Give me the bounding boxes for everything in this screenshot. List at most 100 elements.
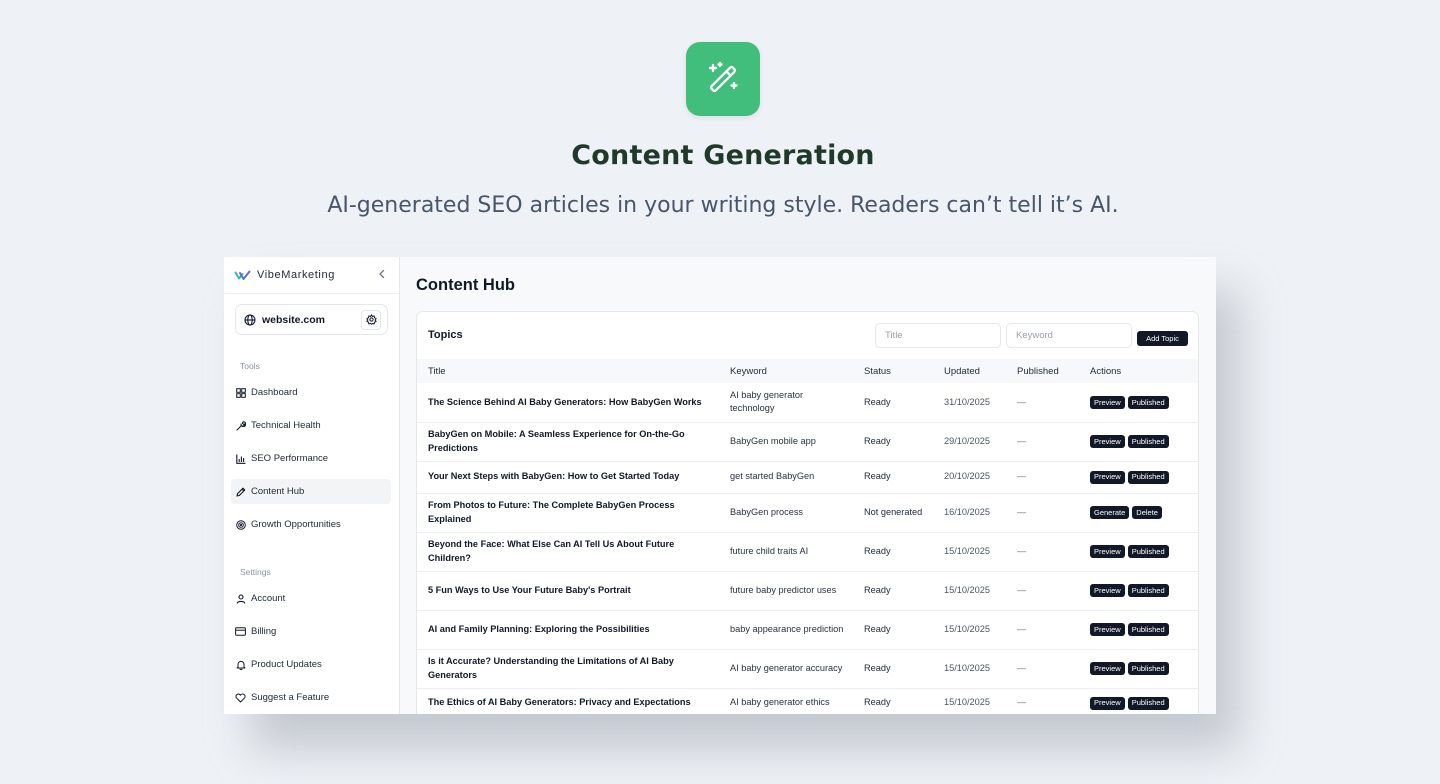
collapse-sidebar-icon[interactable] [375,268,389,282]
heart-icon [235,692,246,703]
topic-status-cell: Ready [864,435,891,446]
published-button[interactable]: Published [1127,545,1169,559]
topic-actions-cell: Preview Published [1079,571,1198,610]
sidebar-item-label: Technical Health [251,420,321,431]
sidebar-item-billing[interactable]: Billing [231,619,391,644]
topic-title-cell: Your Next Steps with BabyGen: How to Get… [428,471,680,482]
topic-title-cell: Is it Accurate? Understanding the Limita… [428,656,674,680]
column-header-published: Published [1017,365,1059,377]
main-content: Content Hub Topics Add Topic Title Keywo… [400,257,1216,714]
topic-published-cell: — [1017,697,1027,708]
topic-status-cell: Not generated [864,506,923,517]
topic-actions-cell: Preview Published [1079,383,1198,422]
title-input[interactable] [875,323,1001,348]
preview-button[interactable]: Preview [1090,470,1125,484]
target-icon [235,519,246,530]
topic-status-cell: Ready [864,584,891,595]
preview-button[interactable]: Preview [1090,435,1125,449]
topic-status-cell: Ready [864,396,891,407]
sidebar-item-technical-health[interactable]: Technical Health [231,413,391,438]
preview-button[interactable]: Preview [1090,396,1125,409]
topics-title: Topics [428,329,463,341]
sidebar-item-seo-performance[interactable]: SEO Performance [231,446,391,471]
keyword-input[interactable] [1006,323,1132,348]
topic-status-cell: Ready [864,697,891,708]
generate-button[interactable]: Generate [1090,506,1130,520]
gear-icon [365,314,377,325]
topic-updated-cell: 31/10/2025 [944,396,990,407]
topics-card: Topics Add Topic Title Keyword Status Up… [416,311,1199,714]
site-selector[interactable]: website.com [235,304,388,335]
table-row: Is it Accurate? Understanding the Limita… [417,649,1198,688]
sidebar-item-label: SEO Performance [251,453,329,464]
published-button[interactable]: Published [1127,696,1169,710]
add-topic-button[interactable]: Add Topic [1137,331,1188,346]
table-row: BabyGen on Mobile: A Seamless Experience… [417,422,1198,461]
tools-section-label: Tools [240,361,260,371]
sidebar-item-suggest-feature[interactable]: Suggest a Feature [231,685,391,710]
published-button[interactable]: Published [1127,470,1169,484]
topic-published-cell: — [1017,623,1027,634]
sidebar-item-label: Growth Opportunities [251,519,341,530]
topic-updated-cell: 29/10/2025 [944,435,990,446]
topic-actions-cell: Preview Published [1079,532,1198,571]
topic-title-cell: 5 Fun Ways to Use Your Future Baby's Por… [428,584,631,595]
topic-published-cell: — [1017,396,1027,407]
sidebar: VibeMarketing website.com Tools Dashboar… [224,257,400,714]
sidebar-item-account[interactable]: Account [231,586,391,611]
sidebar-item-label: Suggest a Feature [251,692,330,703]
topics-table-body: The Science Behind AI Baby Generators: H… [417,383,1198,714]
topic-keyword-cell: BabyGen mobile app [730,435,816,446]
topic-actions-cell: Preview Published [1079,461,1198,493]
sidebar-item-growth-opportunities[interactable]: Growth Opportunities [231,512,391,537]
topic-published-cell: — [1017,662,1027,673]
preview-button[interactable]: Preview [1090,696,1125,710]
published-button[interactable]: Published [1127,623,1169,637]
table-row: The Science Behind AI Baby Generators: H… [417,383,1198,422]
column-header-actions: Actions [1090,365,1122,377]
topic-updated-cell: 16/10/2025 [944,506,990,517]
topic-title-cell: BabyGen on Mobile: A Seamless Experience… [428,429,685,453]
card-icon [235,626,246,637]
published-button[interactable]: Published [1127,435,1169,449]
topic-keyword-cell: future child traits AI [730,545,809,556]
topic-updated-cell: 15/10/2025 [944,697,990,708]
preview-button[interactable]: Preview [1090,584,1125,598]
topic-keyword-cell: AI baby generator technology [730,389,804,414]
topic-title-cell: The Ethics of AI Baby Generators: Privac… [428,697,691,708]
sidebar-item-product-updates[interactable]: Product Updates [231,652,391,677]
topic-actions-cell: Generate Delete [1079,493,1198,532]
topic-keyword-cell: AI baby generator ethics [730,697,830,708]
globe-icon [244,313,256,326]
published-button[interactable]: Published [1127,584,1169,598]
brand-logo-icon [234,270,251,280]
published-button[interactable]: Published [1127,662,1169,676]
magic-wand-tile [686,42,760,116]
table-row: Beyond the Face: What Else Can AI Tell U… [417,532,1198,571]
table-row: Your Next Steps with BabyGen: How to Get… [417,461,1198,493]
topic-updated-cell: 15/10/2025 [944,623,990,634]
brand-name: VibeMarketing [257,269,335,281]
magic-wand-icon [708,61,738,93]
sidebar-item-dashboard[interactable]: Dashboard [231,380,391,405]
hero-subtitle: AI-generated SEO articles in your writin… [327,193,1119,218]
column-header-title: Title [428,365,446,377]
site-name: website.com [262,313,326,326]
sidebar-item-content-hub[interactable]: Content Hub [231,479,391,504]
topic-title-cell: Beyond the Face: What Else Can AI Tell U… [428,539,675,563]
sidebar-item-label: Account [251,593,286,604]
published-button[interactable]: Published [1127,396,1169,409]
preview-button[interactable]: Preview [1090,623,1125,637]
sidebar-item-label: Billing [251,626,277,637]
delete-button[interactable]: Delete [1132,506,1162,520]
site-settings-button[interactable] [361,309,381,330]
topic-updated-cell: 15/10/2025 [944,584,990,595]
topic-title-cell: The Science Behind AI Baby Generators: H… [428,396,702,407]
topic-published-cell: — [1017,471,1027,482]
topic-title-cell: AI and Family Planning: Exploring the Po… [428,623,650,634]
topic-keyword-cell: BabyGen process [730,506,804,517]
hero-title: Content Generation [571,140,875,171]
preview-button[interactable]: Preview [1090,545,1125,559]
topic-actions-cell: Preview Published [1079,422,1198,461]
preview-button[interactable]: Preview [1090,662,1125,676]
